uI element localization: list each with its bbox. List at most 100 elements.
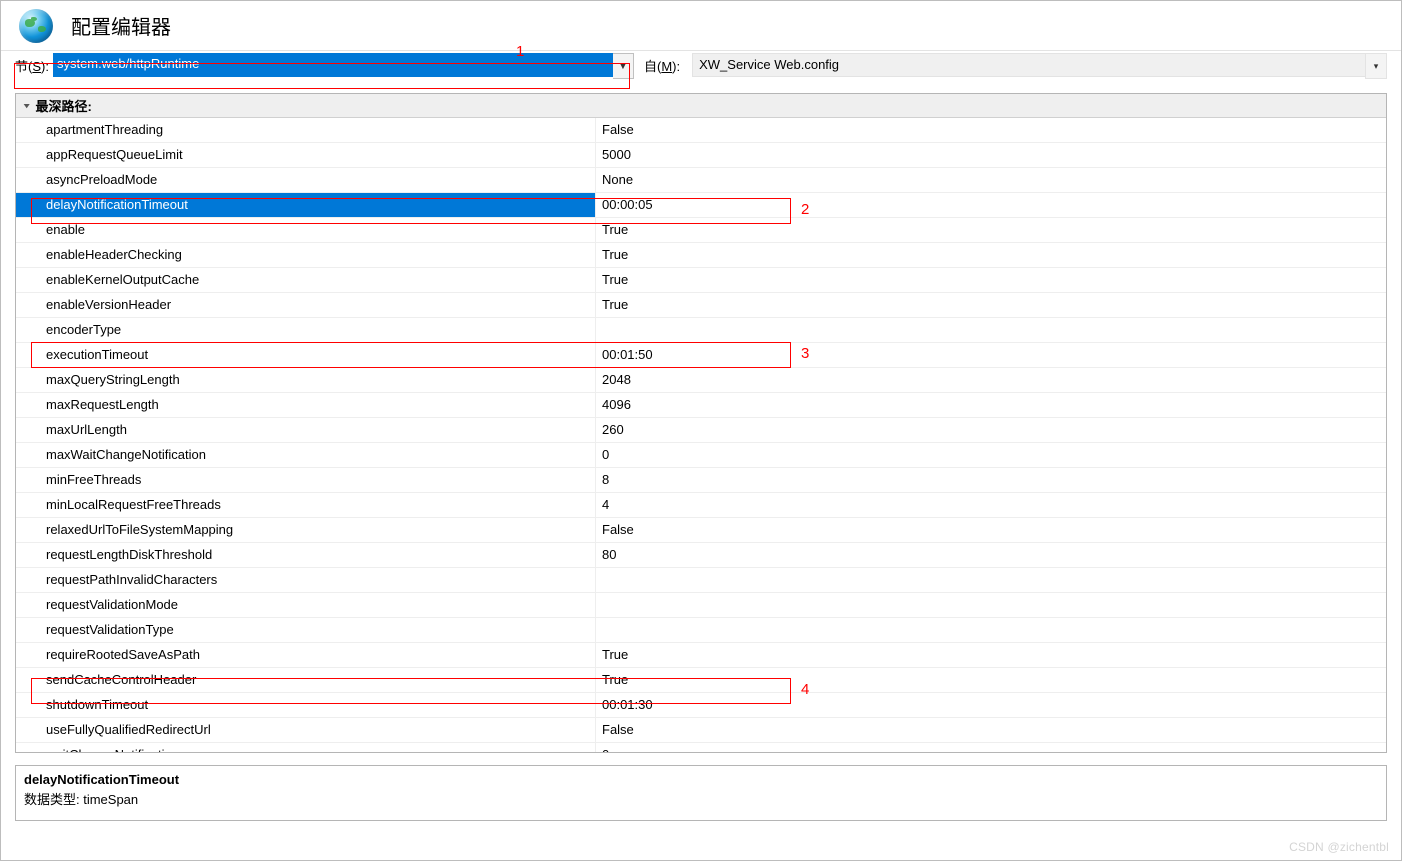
property-value[interactable] (596, 593, 1386, 617)
property-name: enableVersionHeader (16, 293, 596, 317)
property-name: sendCacheControlHeader (16, 668, 596, 692)
property-row[interactable]: requireRootedSaveAsPathTrue (16, 643, 1386, 668)
property-name: maxRequestLength (16, 393, 596, 417)
globe-icon (19, 9, 53, 43)
property-name: enableHeaderChecking (16, 243, 596, 267)
from-combobox[interactable]: XW_Service Web.config ▾ (692, 53, 1387, 77)
property-name: enableKernelOutputCache (16, 268, 596, 292)
config-editor-window: 配置编辑器 节(S): system.web/httpRuntime ▼ 自(M… (0, 0, 1402, 861)
property-row[interactable]: executionTimeout00:01:50 (16, 343, 1386, 368)
property-value[interactable]: 0 (596, 443, 1386, 467)
property-row[interactable]: minFreeThreads8 (16, 468, 1386, 493)
property-value[interactable]: True (596, 293, 1386, 317)
from-input[interactable]: XW_Service Web.config (692, 53, 1365, 77)
property-name: relaxedUrlToFileSystemMapping (16, 518, 596, 542)
property-value[interactable]: 00:01:50 (596, 343, 1386, 367)
section-dropdown-icon[interactable]: ▼ (613, 53, 634, 79)
property-row[interactable]: enableKernelOutputCacheTrue (16, 268, 1386, 293)
property-name: enable (16, 218, 596, 242)
property-value[interactable]: 5000 (596, 143, 1386, 167)
property-row[interactable]: encoderType (16, 318, 1386, 343)
property-name: requireRootedSaveAsPath (16, 643, 596, 667)
property-row[interactable]: maxUrlLength260 (16, 418, 1386, 443)
from-label: 自(M): (644, 56, 680, 75)
property-value[interactable]: 0 (596, 743, 1386, 752)
property-name: maxWaitChangeNotification (16, 443, 596, 467)
property-value[interactable]: False (596, 118, 1386, 142)
section-combobox[interactable]: system.web/httpRuntime ▼ (53, 53, 634, 77)
property-row[interactable]: delayNotificationTimeout00:00:05 (16, 193, 1386, 218)
property-name: requestPathInvalidCharacters (16, 568, 596, 592)
watermark: CSDN @zichentbl (1289, 840, 1389, 854)
property-value[interactable]: True (596, 668, 1386, 692)
property-value[interactable]: True (596, 243, 1386, 267)
window-title: 配置编辑器 (71, 11, 171, 40)
property-row[interactable]: relaxedUrlToFileSystemMappingFalse (16, 518, 1386, 543)
property-value[interactable]: 80 (596, 543, 1386, 567)
property-row[interactable]: maxRequestLength4096 (16, 393, 1386, 418)
property-row[interactable]: requestValidationType (16, 618, 1386, 643)
property-name: requestValidationType (16, 618, 596, 642)
property-grid: ▾ 最深路径: apartmentThreadingFalseappReques… (15, 93, 1387, 753)
property-row[interactable]: asyncPreloadModeNone (16, 168, 1386, 193)
property-value[interactable] (596, 318, 1386, 342)
group-header[interactable]: ▾ 最深路径: (16, 94, 1386, 118)
description-body: 数据类型: timeSpan (24, 789, 1378, 808)
property-value[interactable] (596, 568, 1386, 592)
property-name: minFreeThreads (16, 468, 596, 492)
property-row[interactable]: requestPathInvalidCharacters (16, 568, 1386, 593)
property-row[interactable]: requestValidationMode (16, 593, 1386, 618)
property-value[interactable] (596, 618, 1386, 642)
property-row[interactable]: minLocalRequestFreeThreads4 (16, 493, 1386, 518)
property-name: shutdownTimeout (16, 693, 596, 717)
property-row[interactable]: maxQueryStringLength2048 (16, 368, 1386, 393)
property-name: minLocalRequestFreeThreads (16, 493, 596, 517)
property-value[interactable]: 8 (596, 468, 1386, 492)
property-value[interactable]: True (596, 218, 1386, 242)
property-name: appRequestQueueLimit (16, 143, 596, 167)
property-name: apartmentThreading (16, 118, 596, 142)
property-name: encoderType (16, 318, 596, 342)
property-value[interactable]: 00:01:30 (596, 693, 1386, 717)
description-title: delayNotificationTimeout (24, 772, 1378, 787)
property-row[interactable]: apartmentThreadingFalse (16, 118, 1386, 143)
property-row[interactable]: sendCacheControlHeaderTrue (16, 668, 1386, 693)
property-value[interactable]: True (596, 643, 1386, 667)
description-panel: delayNotificationTimeout 数据类型: timeSpan (15, 765, 1387, 821)
property-value[interactable]: False (596, 518, 1386, 542)
property-value[interactable]: 4096 (596, 393, 1386, 417)
property-value[interactable]: 260 (596, 418, 1386, 442)
property-name: requestValidationMode (16, 593, 596, 617)
chevron-down-icon: ▾ (24, 101, 30, 110)
property-value[interactable]: False (596, 718, 1386, 742)
titlebar: 配置编辑器 (1, 1, 1401, 51)
property-name: waitChangeNotification (16, 743, 596, 752)
property-name: asyncPreloadMode (16, 168, 596, 192)
section-input[interactable]: system.web/httpRuntime (53, 53, 613, 77)
property-row[interactable]: useFullyQualifiedRedirectUrlFalse (16, 718, 1386, 743)
group-title: 最深路径: (36, 96, 92, 115)
property-value[interactable]: True (596, 268, 1386, 292)
section-label: 节(S): (15, 56, 49, 75)
property-name: maxUrlLength (16, 418, 596, 442)
property-name: delayNotificationTimeout (16, 193, 596, 217)
property-value[interactable]: None (596, 168, 1386, 192)
property-name: requestLengthDiskThreshold (16, 543, 596, 567)
property-value[interactable]: 2048 (596, 368, 1386, 392)
property-value[interactable]: 00:00:05 (596, 193, 1386, 217)
property-row[interactable]: waitChangeNotification0 (16, 743, 1386, 752)
path-bar: 节(S): system.web/httpRuntime ▼ 自(M): XW_… (1, 51, 1401, 83)
property-name: executionTimeout (16, 343, 596, 367)
property-name: maxQueryStringLength (16, 368, 596, 392)
property-row[interactable]: requestLengthDiskThreshold80 (16, 543, 1386, 568)
property-row[interactable]: enableVersionHeaderTrue (16, 293, 1386, 318)
property-row[interactable]: enableTrue (16, 218, 1386, 243)
grid-body: apartmentThreadingFalseappRequestQueueLi… (16, 118, 1386, 752)
property-row[interactable]: appRequestQueueLimit5000 (16, 143, 1386, 168)
property-row[interactable]: shutdownTimeout00:01:30 (16, 693, 1386, 718)
property-value[interactable]: 4 (596, 493, 1386, 517)
property-name: useFullyQualifiedRedirectUrl (16, 718, 596, 742)
property-row[interactable]: maxWaitChangeNotification0 (16, 443, 1386, 468)
from-dropdown-icon[interactable]: ▾ (1365, 53, 1387, 79)
property-row[interactable]: enableHeaderCheckingTrue (16, 243, 1386, 268)
